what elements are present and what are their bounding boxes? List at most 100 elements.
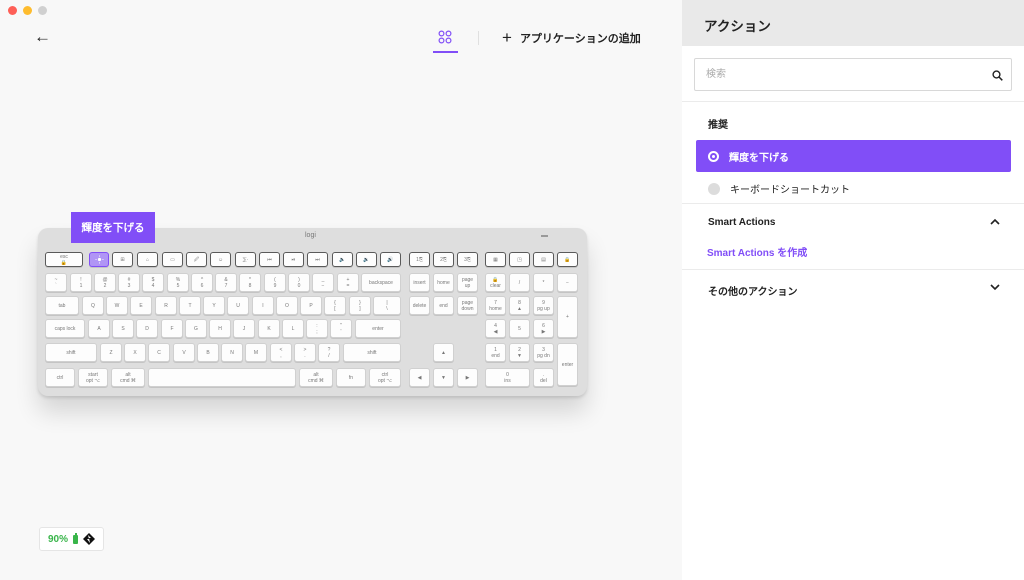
search-icon[interactable] xyxy=(992,70,1003,81)
key-minus[interactable]: _ − xyxy=(312,273,334,292)
key-f12[interactable]: 🔈 xyxy=(332,252,353,267)
key-d[interactable]: D xyxy=(136,319,158,338)
key-b[interactable]: B xyxy=(197,343,219,362)
key-f6[interactable]: 🖉 xyxy=(186,252,207,267)
key-f13[interactable]: 🔉 xyxy=(356,252,377,267)
minimize-window-button[interactable] xyxy=(23,6,32,15)
key-r[interactable]: R xyxy=(155,296,177,315)
key-y[interactable]: Y xyxy=(203,296,225,315)
key-tab[interactable]: tab xyxy=(45,296,79,315)
key-alt[interactable]: alt cmd ⌘ xyxy=(111,368,145,387)
action-option-keyboard-shortcut[interactable]: キーボードショートカット xyxy=(708,181,850,196)
key-n9[interactable]: ( 9 xyxy=(264,273,286,292)
key-f10[interactable]: ⏯ xyxy=(283,252,304,267)
key-ctx[interactable]: ctrl opt ⌥ xyxy=(369,368,401,387)
key-insert[interactable]: insert xyxy=(409,273,430,292)
apps-grid-tab[interactable] xyxy=(433,27,458,53)
key-np8[interactable]: 8 ▲ xyxy=(509,296,530,315)
key-up[interactable]: ▲ xyxy=(433,343,454,362)
key-slash[interactable]: ? / xyxy=(318,343,340,362)
key-np7[interactable]: 7 home xyxy=(485,296,506,315)
key-np4[interactable]: 4 ◀ xyxy=(485,319,506,338)
key-bslash[interactable]: | \ xyxy=(373,296,401,315)
key-fnkey[interactable]: fn xyxy=(336,368,366,387)
key-delete[interactable]: delete xyxy=(409,296,430,315)
key-pgup[interactable]: page up xyxy=(457,273,478,292)
search-input[interactable] xyxy=(695,59,955,90)
key-scr[interactable]: ◳ xyxy=(509,252,530,267)
key-n1[interactable]: ! 1 xyxy=(70,273,92,292)
key-calc[interactable]: ▦ xyxy=(485,252,506,267)
key-left[interactable]: ◀ xyxy=(409,368,430,387)
key-n3[interactable]: # 3 xyxy=(118,273,140,292)
key-backspace[interactable]: backspace xyxy=(361,273,401,292)
key-altgr[interactable]: alt cmd ⌘ xyxy=(299,368,333,387)
key-pgdn[interactable]: page down xyxy=(457,296,478,315)
key-quote[interactable]: " ' xyxy=(330,319,352,338)
key-shift-r[interactable]: shift xyxy=(343,343,401,362)
key-np-dot[interactable]: . del xyxy=(533,368,554,387)
key-np3[interactable]: 3 pg dn xyxy=(533,343,554,362)
key-c[interactable]: C xyxy=(148,343,170,362)
key-e[interactable]: E xyxy=(130,296,152,315)
key-v[interactable]: V xyxy=(173,343,195,362)
key-b1[interactable]: 1⎘ xyxy=(409,252,430,267)
key-u[interactable]: U xyxy=(227,296,249,315)
key-np1[interactable]: 1 end xyxy=(485,343,506,362)
key-np2[interactable]: 2 ▼ xyxy=(509,343,530,362)
key-home[interactable]: home xyxy=(433,273,454,292)
key-end[interactable]: end xyxy=(433,296,454,315)
key-k[interactable]: K xyxy=(258,319,280,338)
key-f14[interactable]: 🔊 xyxy=(380,252,401,267)
key-x[interactable]: X xyxy=(124,343,146,362)
key-comma[interactable]: < , xyxy=(270,343,292,362)
key-menu[interactable]: ▤ xyxy=(533,252,554,267)
key-q[interactable]: Q xyxy=(82,296,104,315)
key-n8[interactable]: * 8 xyxy=(239,273,261,292)
key-n5[interactable]: % 5 xyxy=(167,273,189,292)
key-f8[interactable]: ⅀· xyxy=(235,252,256,267)
key-plus[interactable]: + = xyxy=(337,273,359,292)
key-start[interactable]: start opt ⌥ xyxy=(78,368,108,387)
back-arrow-icon[interactable]: ← xyxy=(34,28,51,46)
key-f[interactable]: F xyxy=(161,319,183,338)
key-f7[interactable]: ☺ xyxy=(210,252,231,267)
key-i[interactable]: I xyxy=(252,296,274,315)
key-np9[interactable]: 9 pg up xyxy=(533,296,554,315)
key-np-minus[interactable]: − xyxy=(557,273,578,292)
key-esc[interactable]: esc 🔒 xyxy=(45,252,83,267)
chevron-down-icon[interactable] xyxy=(990,284,1000,291)
key-f9[interactable]: ⏮ xyxy=(259,252,280,267)
key-w[interactable]: W xyxy=(106,296,128,315)
action-option-brightness-down[interactable]: 輝度を下げる xyxy=(696,140,1011,172)
key-np6[interactable]: 6 ▶ xyxy=(533,319,554,338)
other-actions-heading[interactable]: その他のアクション xyxy=(708,283,798,298)
key-g[interactable]: G xyxy=(185,319,207,338)
key-space[interactable] xyxy=(148,368,296,387)
chevron-up-icon[interactable] xyxy=(990,218,1000,225)
key-period[interactable]: > . xyxy=(294,343,316,362)
key-f5[interactable]: ▭ xyxy=(162,252,183,267)
key-semi[interactable]: : ; xyxy=(306,319,328,338)
key-f4[interactable]: ⌂ xyxy=(137,252,158,267)
key-enter[interactable]: enter xyxy=(355,319,401,338)
key-np5[interactable]: 5 xyxy=(509,319,530,338)
close-window-button[interactable] xyxy=(8,6,17,15)
key-o[interactable]: O xyxy=(276,296,298,315)
key-caps[interactable]: caps lock xyxy=(45,319,85,338)
key-a[interactable]: A xyxy=(88,319,110,338)
key-shift-l[interactable]: shift xyxy=(45,343,97,362)
key-h[interactable]: H xyxy=(209,319,231,338)
smart-actions-heading[interactable]: Smart Actions xyxy=(708,217,775,228)
key-j[interactable]: J xyxy=(233,319,255,338)
key-lbrace[interactable]: { [ xyxy=(324,296,346,315)
key-n2[interactable]: @ 2 xyxy=(94,273,116,292)
key-np0[interactable]: 0 ins xyxy=(485,368,530,387)
key-b2[interactable]: 2⎘ xyxy=(433,252,454,267)
key-z[interactable]: Z xyxy=(100,343,122,362)
key-np-enter[interactable]: enter xyxy=(557,343,578,386)
zoom-window-button[interactable] xyxy=(38,6,47,15)
key-t[interactable]: T xyxy=(179,296,201,315)
key-np-star[interactable]: * xyxy=(533,273,554,292)
key-m[interactable]: M xyxy=(245,343,267,362)
